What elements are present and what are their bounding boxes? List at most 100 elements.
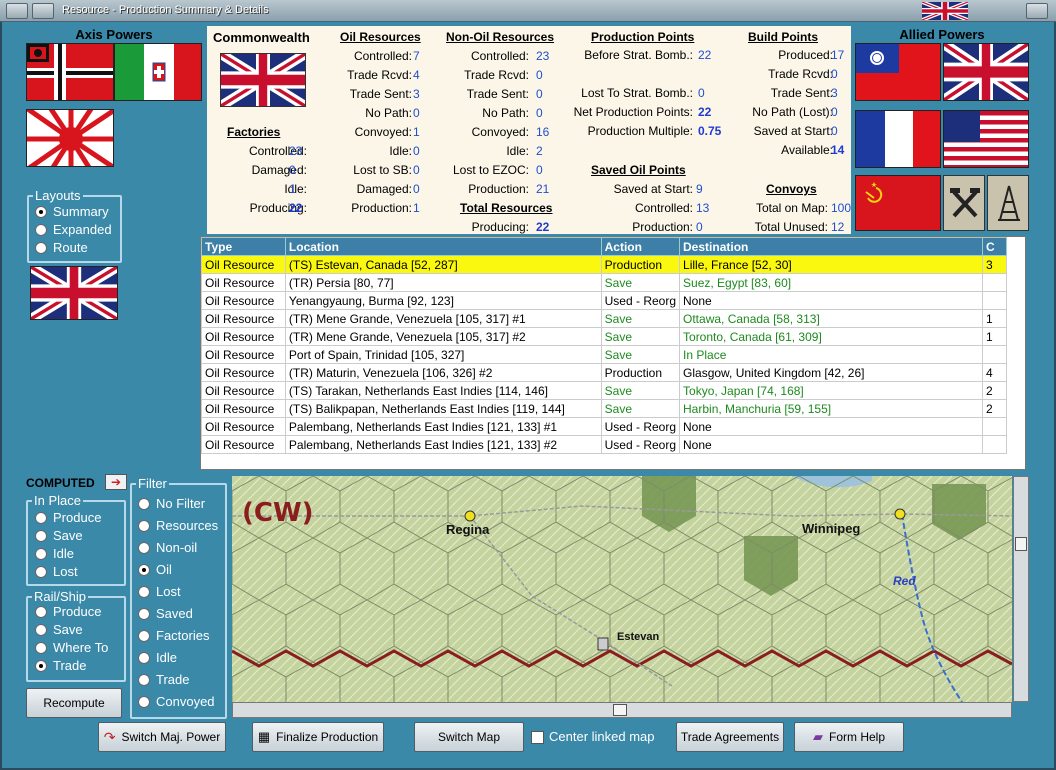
window-title: Resource - Production Summary & Details [62,4,269,16]
table-cell-action: Save [600,399,681,418]
build-points-label: Produced: [778,48,833,62]
center-linked-map-label: Center linked map [549,729,655,744]
table-cell-c [982,291,1007,310]
table-cell-destination: Lille, France [52, 30] [679,255,984,274]
map-vertical-scrollbar[interactable] [1013,476,1029,702]
oil-title: Oil Resources [340,30,421,44]
help-book-icon: ▰ [812,729,823,744]
recompute-button[interactable]: Recompute [26,688,122,718]
radio-dot-icon [35,242,47,254]
table-cell-action: Save [600,345,681,364]
radio-label: No Filter [156,496,206,511]
filter-radio-saved[interactable]: Saved [138,606,193,621]
table-cell-location: (TR) Persia [80, 77] [284,273,602,292]
in-place-radio-save[interactable]: Save [35,528,83,543]
center-linked-map-checkbox[interactable] [531,731,544,744]
italy-flag-icon[interactable] [114,43,202,101]
filter-radio-oil[interactable]: Oil [138,562,172,577]
filter-radio-non-oil[interactable]: Non-oil [138,540,197,555]
column-header-c[interactable]: C [982,237,1007,256]
filter-radio-trade[interactable]: Trade [138,672,189,687]
build-points-value: 3 [831,86,838,100]
column-header-destination[interactable]: Destination [679,237,984,256]
table-row[interactable]: Oil Resource Port of Spain, Trinidad [105… [201,345,1007,364]
china-flag-icon[interactable] [855,43,941,101]
summary-panel: Commonwealth Factories Controlled: 23 Damag… [207,26,851,234]
filter-radio-idle[interactable]: Idle [138,650,177,665]
oil-derrick-icon[interactable] [987,175,1029,231]
computed-arrow-icon[interactable]: ➔ [105,474,127,490]
table-row[interactable]: Oil Resource (TS) Estevan, Canada [52, 28… [201,255,1007,274]
table-row[interactable]: Oil Resource (TS) Balikpapan, Netherlands… [201,399,1007,418]
rail-ship-radio-where-to[interactable]: Where To [35,640,108,655]
table-row[interactable]: Oil Resource Palembang, Netherlands East … [201,417,1007,436]
table-row[interactable]: Oil Resource (TS) Tarakan, Netherlands Ea… [201,381,1007,400]
ussr-flag-icon[interactable] [855,175,941,231]
switch-major-power-button[interactable]: ↷ Switch Maj. Power [98,722,226,752]
layout-radio-expanded[interactable]: Expanded [35,222,112,237]
germany-flag-icon[interactable] [26,43,114,101]
table-row[interactable]: Oil Resource (TR) Mene Grande, Venezuela … [201,327,1007,346]
filter-radio-resources[interactable]: Resources [138,518,218,533]
column-header-location[interactable]: Location [284,237,602,256]
in-place-radio-produce[interactable]: Produce [35,510,101,525]
map-vertical-scroll-thumb[interactable] [1015,537,1027,551]
table-row[interactable]: Oil Resource (TR) Persia [80, 77] Save Suez… [201,273,1007,292]
layout-radio-summary[interactable]: Summary [35,204,109,219]
map-horizontal-scroll-thumb[interactable] [613,704,627,716]
map-view[interactable]: (CW) Regina Winnipeg Estevan Red [232,476,1012,702]
layout-radio-route[interactable]: Route [35,240,88,255]
table-cell-action: Save [600,381,681,400]
radio-label: Where To [53,640,109,655]
japan-flag-icon[interactable] [26,109,114,167]
form-help-button[interactable]: ▰ Form Help [794,722,904,752]
convoys-label: Total on Map: [755,201,828,215]
filter-radio-factories[interactable]: Factories [138,628,209,643]
table-cell-type: Oil Resource [201,309,286,328]
radio-label: Lost [156,584,181,599]
table-row[interactable]: Oil Resource (TR) Mene Grande, Venezuela … [201,309,1007,328]
layouts-title: Layouts [33,188,83,203]
radio-dot-icon [138,608,150,620]
table-row[interactable]: Oil Resource (TR) Maturin, Venezuela [106… [201,363,1007,382]
table-cell-c: 2 [982,399,1007,418]
trade-agreements-button[interactable]: Trade Agreements [676,722,784,752]
switch-arrow-icon: ↷ [103,728,116,745]
rail-ship-radio-save[interactable]: Save [35,622,83,637]
close-button[interactable] [1026,3,1048,19]
finalize-production-button[interactable]: ▦ Finalize Production [252,722,384,752]
axis-powers-header: Axis Powers [75,27,153,42]
in-place-radio-lost[interactable]: Lost [35,564,78,579]
filter-title: Filter [136,476,169,491]
mine-icon[interactable] [943,175,985,231]
uk-allied-flag-icon[interactable] [943,43,1029,101]
filter-radio-convoyed[interactable]: Convoyed [138,694,215,709]
usa-flag-icon[interactable] [943,110,1029,168]
table-cell-c [982,273,1007,292]
map-horizontal-scrollbar[interactable] [232,702,1012,718]
table-cell-action: Used - Reorg [600,435,681,454]
commonwealth-flag-icon [30,266,118,320]
rail-ship-radio-produce[interactable]: Produce [35,604,101,619]
table-cell-destination: Suez, Egypt [83, 60] [679,273,984,292]
filter-radio-lost[interactable]: Lost [138,584,181,599]
filter-radio-no-filter[interactable]: No Filter [138,496,205,511]
column-header-action[interactable]: Action [600,237,681,256]
radio-dot-icon [35,512,47,524]
switch-map-button[interactable]: Switch Map [414,722,524,752]
table-cell-type: Oil Resource [201,345,286,364]
window-menu-button[interactable] [6,3,28,19]
saved-oil-title: Saved Oil Points [591,163,686,177]
table-row[interactable]: Oil Resource Palembang, Netherlands East … [201,435,1007,454]
table-cell-destination: None [679,435,984,454]
france-flag-icon[interactable] [855,110,941,168]
in-place-radio-idle[interactable]: Idle [35,546,74,561]
rail-ship-radio-trade[interactable]: Trade [35,658,86,673]
city-label-regina: Regina [446,522,490,537]
table-cell-c: 2 [982,381,1007,400]
table-cell-action: Save [600,327,681,346]
table-row[interactable]: Oil Resource Yenangyaung, Burma [92, 123]… [201,291,1007,310]
minimize-button[interactable] [32,3,54,19]
column-header-type[interactable]: Type [201,237,286,256]
radio-dot-icon [35,606,47,618]
